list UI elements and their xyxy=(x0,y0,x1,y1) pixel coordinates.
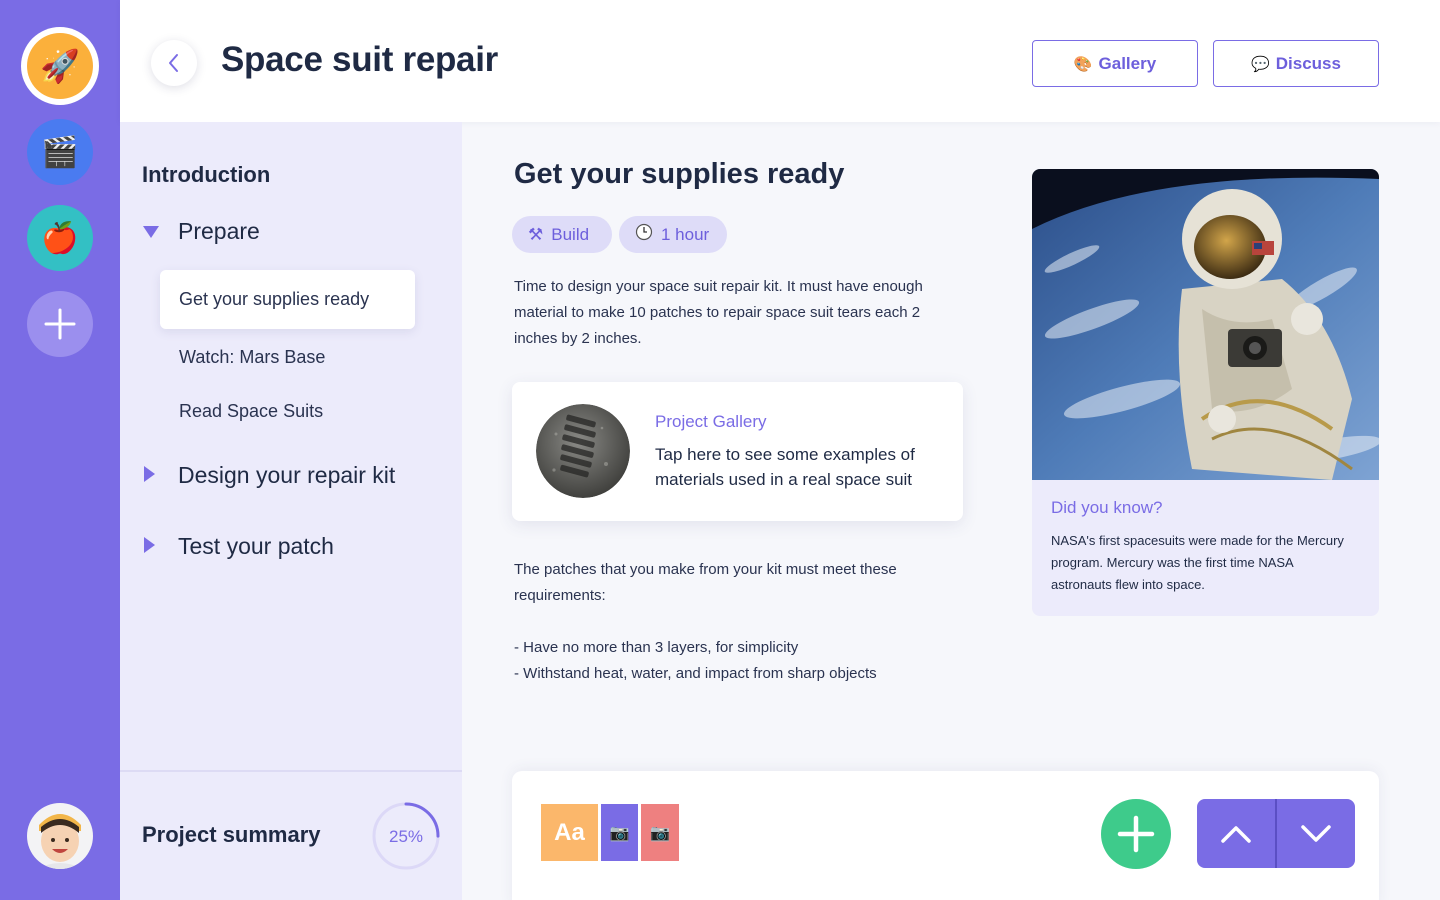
tag-label: 1 hour xyxy=(661,224,710,244)
astronaut-image xyxy=(1032,169,1379,481)
clapperboard-icon: 🎬 xyxy=(41,134,79,170)
add-photo-button-2[interactable]: 📷 xyxy=(641,804,679,861)
nav-section-test-patch[interactable]: Test your patch xyxy=(142,533,334,560)
rail-item-apple[interactable]: 🍎 xyxy=(27,205,93,271)
nav-item-label: Read Space Suits xyxy=(179,401,324,421)
step-description: Time to design your space suit repair ki… xyxy=(514,278,923,347)
did-you-know-card: Did you know? NASA's first spacesuits we… xyxy=(1032,169,1379,616)
caret-down-icon xyxy=(142,218,166,245)
rail-item-clapperboard[interactable]: 🎬 xyxy=(27,119,93,185)
chevron-left-icon xyxy=(169,54,178,72)
caret-right-icon xyxy=(142,533,166,560)
tools-icon: ⚒ xyxy=(528,224,544,244)
nav-section-label: Prepare xyxy=(178,218,260,244)
nav-item-label: Watch: Mars Base xyxy=(179,347,326,367)
nav-section-prepare[interactable]: Prepare xyxy=(142,218,260,245)
caret-right-icon xyxy=(142,462,166,489)
footprint-image xyxy=(536,404,630,498)
camera-icon: 📷 xyxy=(650,823,670,842)
did-you-know-text: NASA's first spacesuits were made for th… xyxy=(1051,533,1344,592)
requirement-item: - Withstand heat, water, and impact from… xyxy=(514,665,877,682)
progress-ring[interactable]: 25% xyxy=(371,801,441,871)
nav-section-label: Test your patch xyxy=(178,533,334,559)
user-avatar-image xyxy=(27,803,93,869)
page-header: Space suit repair 🎨 Gallery 💬 Discuss xyxy=(120,0,1440,122)
lesson-sidebar: Introduction Prepare Get your supplies r… xyxy=(120,122,462,900)
rocket-icon: 🚀 xyxy=(27,33,93,99)
plus-icon xyxy=(1117,815,1155,853)
did-you-know-title: Did you know? xyxy=(1051,498,1163,517)
chevron-up-icon xyxy=(1221,825,1251,843)
app-rail: 🚀 🎬 🍎 xyxy=(0,0,120,900)
gallery-card-title: Project Gallery xyxy=(655,412,767,431)
gallery-card-description: Tap here to see some examples of materia… xyxy=(655,445,915,489)
step-title: Get your supplies ready xyxy=(514,158,845,190)
back-button[interactable] xyxy=(151,40,197,86)
palette-icon: 🎨 xyxy=(1073,55,1093,73)
step-navigation xyxy=(1197,799,1355,868)
tag-build: ⚒ Build xyxy=(512,216,612,253)
divider xyxy=(120,770,462,772)
camera-icon: 📷 xyxy=(609,823,630,842)
next-step-button[interactable] xyxy=(1277,799,1355,868)
chevron-down-icon xyxy=(1301,824,1331,842)
gallery-button[interactable]: 🎨 Gallery xyxy=(1032,40,1198,87)
add-project-button[interactable] xyxy=(27,291,93,357)
apple-icon: 🍎 xyxy=(41,220,79,256)
rail-item-rocket[interactable]: 🚀 xyxy=(21,27,99,105)
discuss-button-label: Discuss xyxy=(1275,53,1341,73)
requirements-list: - Have no more than 3 layers, for simpli… xyxy=(514,635,954,687)
add-content-button[interactable] xyxy=(1101,799,1171,869)
tag-duration: 1 hour xyxy=(619,216,727,253)
gallery-button-label: Gallery xyxy=(1098,53,1157,73)
nav-item-get-supplies-ready[interactable]: Get your supplies ready xyxy=(160,270,415,329)
project-summary-label: Project summary xyxy=(142,822,321,847)
nav-introduction[interactable]: Introduction xyxy=(142,162,270,188)
requirements-intro: The patches that you make from your kit … xyxy=(514,561,897,604)
tag-label: Build xyxy=(551,224,590,244)
clock-icon xyxy=(635,223,653,246)
previous-step-button[interactable] xyxy=(1197,799,1277,868)
add-text-button[interactable]: Aa xyxy=(541,804,598,861)
progress-text: 25% xyxy=(389,827,423,846)
project-gallery-card[interactable]: Project Gallery Tap here to see some exa… xyxy=(512,382,963,521)
avatar[interactable] xyxy=(27,803,93,869)
add-photo-button[interactable]: 📷 xyxy=(601,804,638,861)
requirement-item: - Have no more than 3 layers, for simpli… xyxy=(514,639,799,656)
speech-bubble-icon: 💬 xyxy=(1251,55,1270,73)
page-title: Space suit repair xyxy=(221,40,498,79)
nav-item-read-space-suits[interactable]: Read Space Suits xyxy=(160,382,415,441)
plus-icon xyxy=(44,308,76,340)
nav-item-label: Get your supplies ready xyxy=(179,289,370,309)
discuss-button[interactable]: 💬 Discuss xyxy=(1213,40,1379,87)
nav-section-design-repair-kit[interactable]: Design your repair kit xyxy=(142,462,395,489)
nav-item-watch-mars-base[interactable]: Watch: Mars Base xyxy=(160,328,415,387)
content-toolbar: Aa 📷 📷 xyxy=(512,771,1379,900)
nav-section-label: Design your repair kit xyxy=(178,462,396,488)
